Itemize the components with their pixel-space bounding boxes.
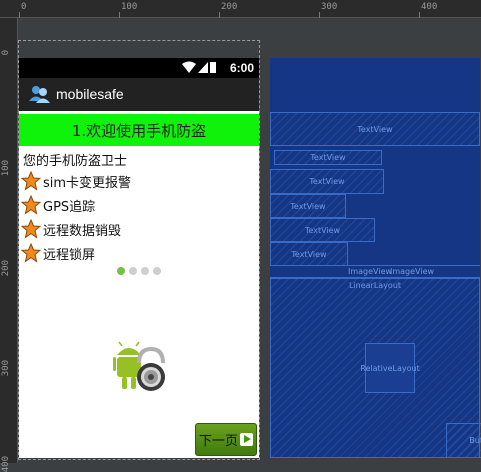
horizontal-ruler: 0 100 200 300 400	[0, 0, 481, 18]
banner-title: 1.欢迎使用手机防盗	[71, 121, 207, 140]
blueprint-relativelayout[interactable]: RelativeLayout	[360, 343, 420, 393]
status-bar: 6:00	[19, 58, 259, 78]
blueprint-label: ImageView	[390, 267, 435, 276]
ruler-label-200: 200	[1, 260, 11, 277]
ruler-tick	[419, 12, 420, 18]
vertical-ruler: 0 100 200 300 400	[0, 18, 18, 472]
blueprint-label: TextView	[309, 177, 345, 186]
blueprint-textview-feature[interactable]: TextView	[270, 242, 348, 266]
page-dot	[153, 267, 161, 275]
star-icon	[21, 219, 41, 239]
ruler-label-300: 300	[321, 2, 338, 12]
app-users-icon	[29, 84, 51, 108]
ruler-tick	[219, 12, 220, 18]
feature-item: GPS追踪	[21, 194, 95, 216]
ruler-label-100: 100	[121, 2, 138, 12]
ruler-tick	[319, 12, 320, 18]
star-icon	[21, 195, 41, 215]
android-lock-icon	[113, 341, 165, 397]
feature-label: GPS追踪	[43, 199, 96, 215]
status-icons	[181, 61, 217, 77]
ruler-label-0: 0	[1, 50, 11, 56]
blueprint-divider	[270, 265, 480, 266]
feature-label: sim卡变更报警	[43, 175, 132, 191]
ruler-label-0: 0	[21, 2, 27, 12]
blueprint-label: RelativeLayout	[360, 363, 420, 373]
page-indicator	[117, 267, 161, 275]
ruler-label-400: 400	[1, 456, 11, 472]
blueprint-label: But	[469, 436, 481, 445]
feature-item: 远程数据销毁	[21, 218, 121, 240]
page-dot-active	[117, 267, 125, 275]
blueprint-label: TextView	[304, 225, 341, 235]
ruler-tick	[19, 12, 20, 18]
action-bar: mobilesafe	[19, 78, 259, 111]
blueprint-textview-feature[interactable]: TextView	[270, 194, 346, 218]
feature-item: 远程锁屏	[21, 242, 95, 264]
blueprint-textview-feature[interactable]: TextView	[270, 218, 375, 242]
blueprint-label: TextView	[290, 201, 326, 211]
ruler-label-100: 100	[1, 160, 11, 177]
blueprint-textview-banner[interactable]: TextView	[270, 112, 480, 146]
feature-label: 远程数据销毁	[43, 223, 122, 239]
page-dot	[129, 267, 137, 275]
blueprint-label: ImageView	[348, 267, 393, 276]
blueprint-view[interactable]: TextView TextView TextView TextView Text…	[270, 58, 481, 458]
page-dot	[141, 267, 149, 275]
feature-item: sim卡变更报警	[21, 170, 131, 192]
blueprint-label: TextView	[357, 124, 393, 134]
ruler-label-400: 400	[421, 2, 438, 12]
status-time: 6:00	[229, 61, 254, 75]
blueprint-label: TextView	[291, 249, 327, 259]
blueprint-textview-feature[interactable]: TextView	[270, 169, 384, 194]
next-page-button[interactable]: 下一页	[195, 423, 257, 456]
blueprint-imageview-labels: ImageView	[348, 267, 392, 276]
star-icon	[21, 243, 41, 263]
arrow-right-icon	[240, 433, 253, 446]
blueprint-imageview-labels: ImageView	[390, 267, 434, 276]
star-icon	[21, 171, 41, 191]
next-page-label: 下一页	[198, 434, 238, 449]
wifi-signal-battery-icon	[182, 61, 216, 73]
blueprint-button[interactable]: But	[446, 423, 481, 458]
blueprint-label: TextView	[310, 153, 346, 162]
ruler-tick	[119, 12, 120, 18]
title-banner: 1.欢迎使用手机防盗	[19, 114, 259, 146]
ruler-label-200: 200	[221, 2, 238, 12]
ruler-label-300: 300	[1, 360, 11, 377]
app-title: mobilesafe	[56, 86, 124, 102]
subtitle: 您的手机防盗卫士	[23, 154, 128, 169]
blueprint-label: LinearLayout	[348, 281, 402, 290]
feature-label: 远程锁屏	[43, 247, 96, 263]
blueprint-textview-subtitle[interactable]: TextView	[274, 150, 382, 165]
phone-preview[interactable]: 6:00 mobilesafe 1.欢迎使用手机防盗 您的手机防盗卫士 sim卡…	[19, 58, 259, 458]
